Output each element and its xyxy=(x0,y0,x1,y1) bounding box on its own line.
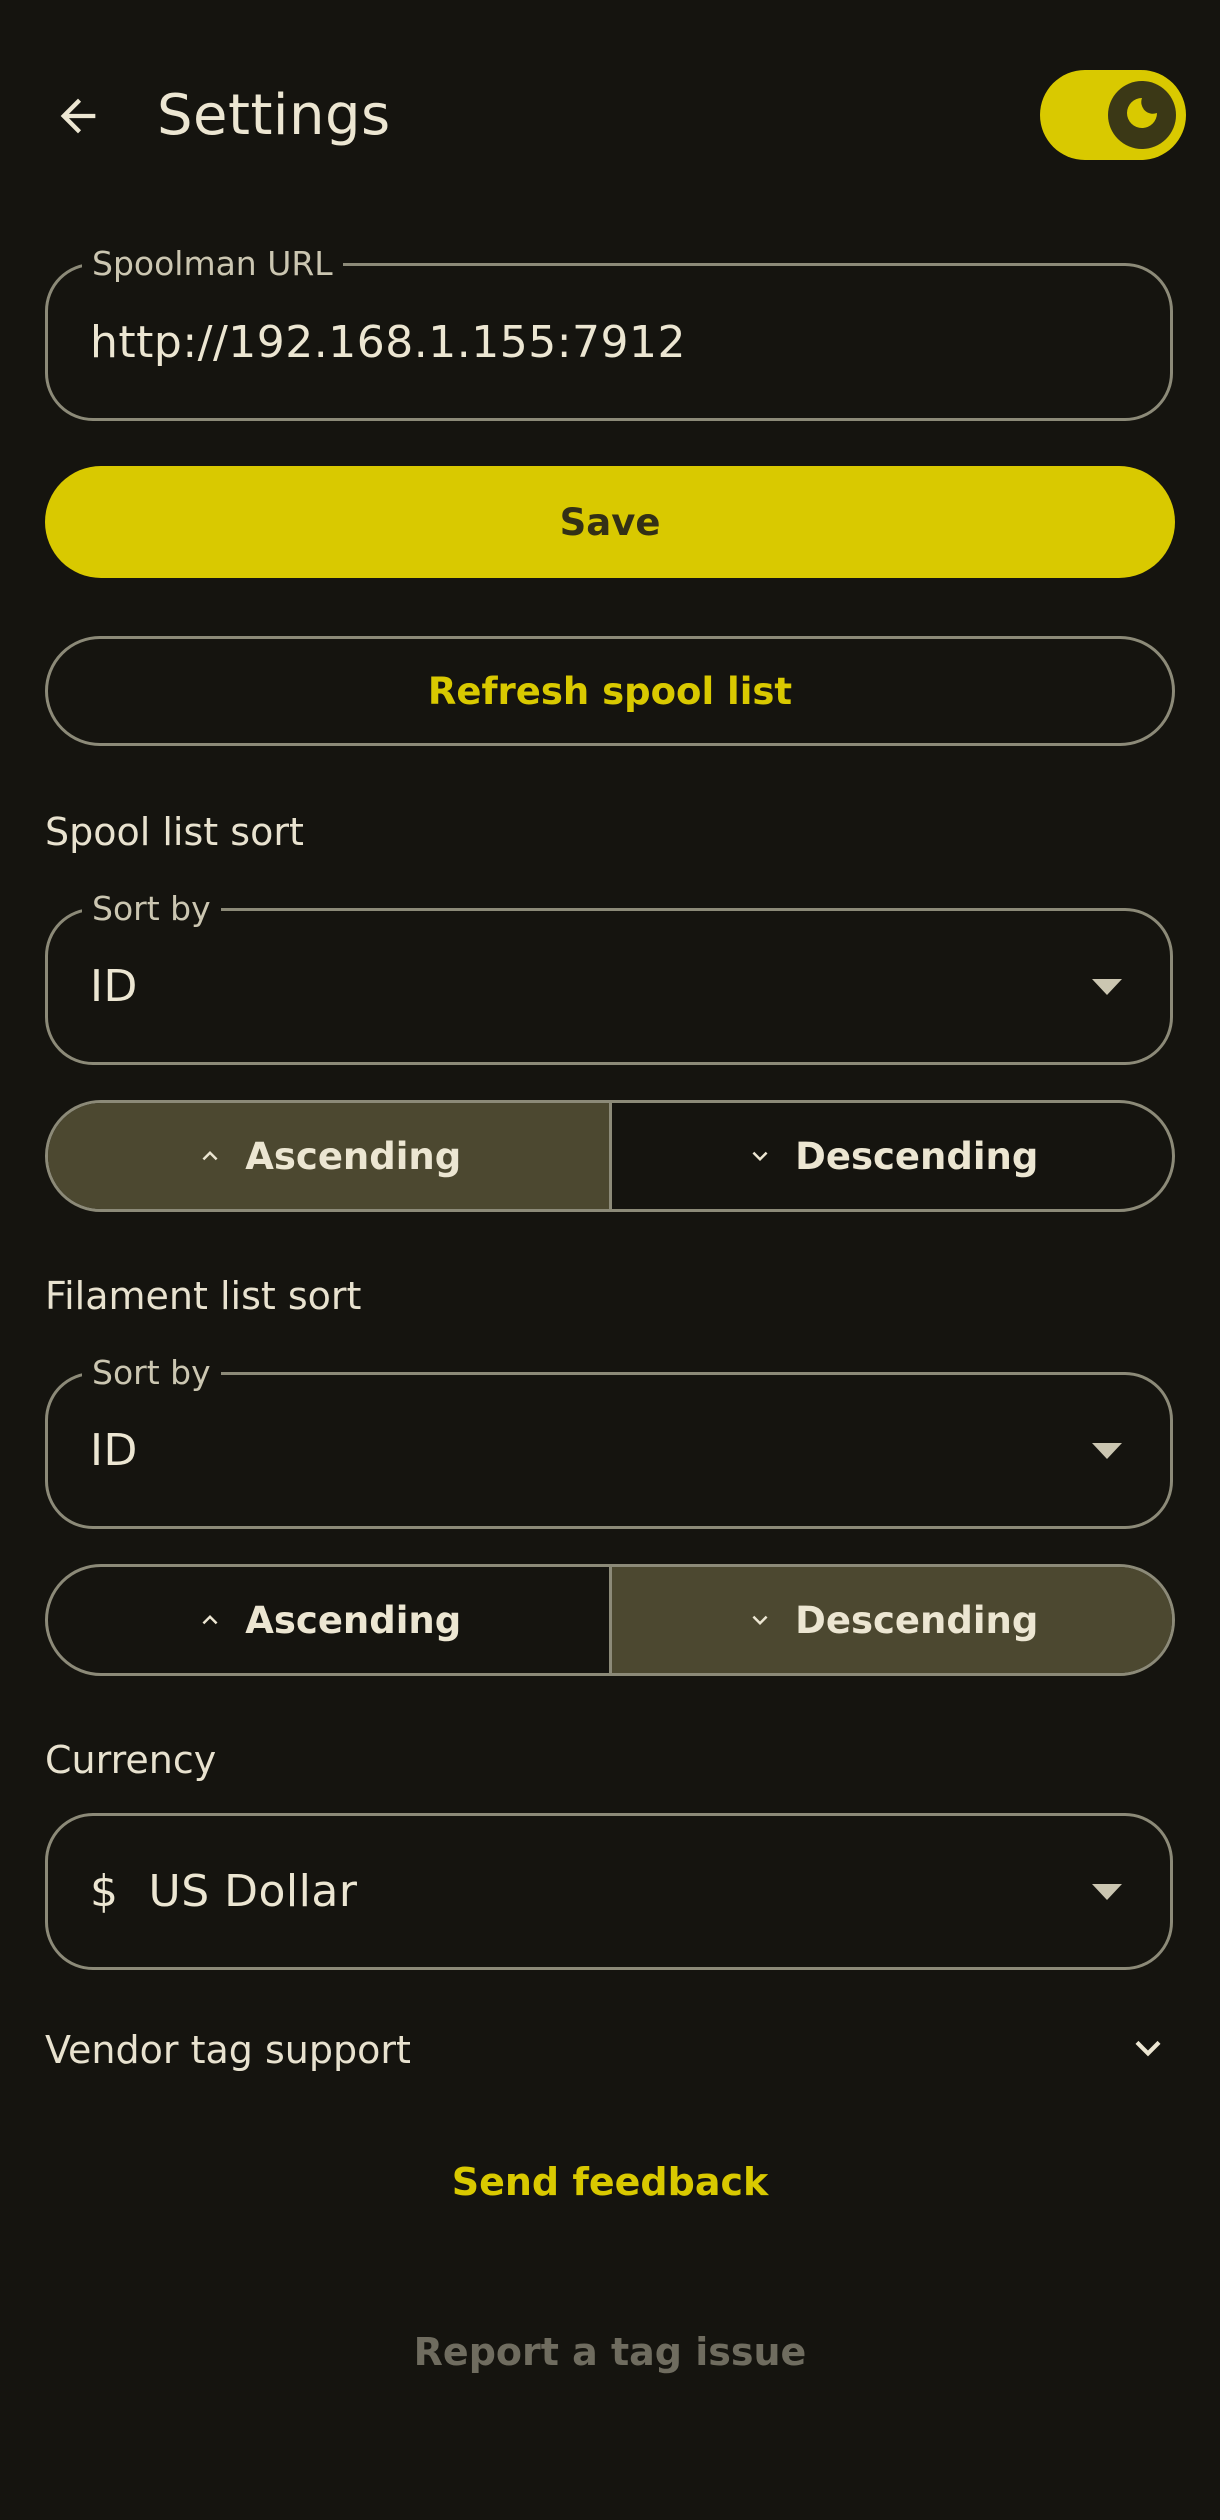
spoolman-url-value: http://192.168.1.155:7912 xyxy=(90,316,686,368)
theme-toggle[interactable] xyxy=(1040,70,1186,160)
chevron-down-icon xyxy=(1123,2023,1173,2077)
back-button[interactable] xyxy=(36,76,120,160)
currency-select[interactable]: $ US Dollar xyxy=(45,1813,1173,1970)
filament-sort-descending-label: Descending xyxy=(795,1598,1039,1642)
spool-sort-descending-label: Descending xyxy=(795,1134,1039,1178)
filament-sort-ascending-button[interactable]: Ascending xyxy=(48,1567,609,1673)
spool-sort-ascending-button[interactable]: Ascending xyxy=(48,1103,609,1209)
moon-icon xyxy=(1122,93,1162,137)
arrow-left-icon xyxy=(52,90,104,146)
dropdown-arrow-icon xyxy=(1092,1442,1122,1459)
chevron-down-icon xyxy=(745,1141,775,1171)
spool-sort-order-toggle: Ascending Descending xyxy=(45,1100,1175,1212)
toggle-knob xyxy=(1108,81,1176,149)
send-feedback-link[interactable]: Send feedback xyxy=(0,2160,1220,2204)
dropdown-arrow-icon xyxy=(1092,1883,1122,1900)
chevron-up-icon xyxy=(195,1141,225,1171)
filament-sort-heading: Filament list sort xyxy=(45,1274,362,1318)
currency-name: US Dollar xyxy=(148,1866,358,1917)
filament-sort-order-toggle: Ascending Descending xyxy=(45,1564,1175,1676)
filament-sort-descending-button[interactable]: Descending xyxy=(608,1567,1172,1673)
spool-sort-ascending-label: Ascending xyxy=(245,1134,462,1178)
spool-sort-by-select[interactable]: Sort by ID xyxy=(45,889,1173,1065)
currency-heading: Currency xyxy=(45,1738,217,1782)
spool-sort-heading: Spool list sort xyxy=(45,810,304,854)
dropdown-arrow-icon xyxy=(1092,978,1122,995)
chevron-up-icon xyxy=(195,1605,225,1635)
currency-value: $ US Dollar xyxy=(90,1816,357,1967)
report-tag-issue-link[interactable]: Report a tag issue xyxy=(0,2330,1220,2374)
save-button[interactable]: Save xyxy=(45,466,1175,578)
spool-sort-descending-button[interactable]: Descending xyxy=(608,1103,1173,1209)
filament-sort-ascending-label: Ascending xyxy=(245,1598,462,1642)
vendor-tag-support-label: Vendor tag support xyxy=(45,2028,411,2072)
vendor-tag-support-expander[interactable]: Vendor tag support xyxy=(45,2020,1175,2080)
currency-symbol: $ xyxy=(90,1866,119,1917)
chevron-down-icon xyxy=(745,1605,775,1635)
page-title: Settings xyxy=(157,83,391,148)
spool-sort-by-value: ID xyxy=(90,961,138,1012)
filament-sort-by-value: ID xyxy=(90,1425,138,1476)
refresh-spool-list-button[interactable]: Refresh spool list xyxy=(45,636,1175,746)
spoolman-url-field[interactable]: Spoolman URL http://192.168.1.155:7912 xyxy=(45,244,1173,421)
filament-sort-by-select[interactable]: Sort by ID xyxy=(45,1353,1173,1529)
